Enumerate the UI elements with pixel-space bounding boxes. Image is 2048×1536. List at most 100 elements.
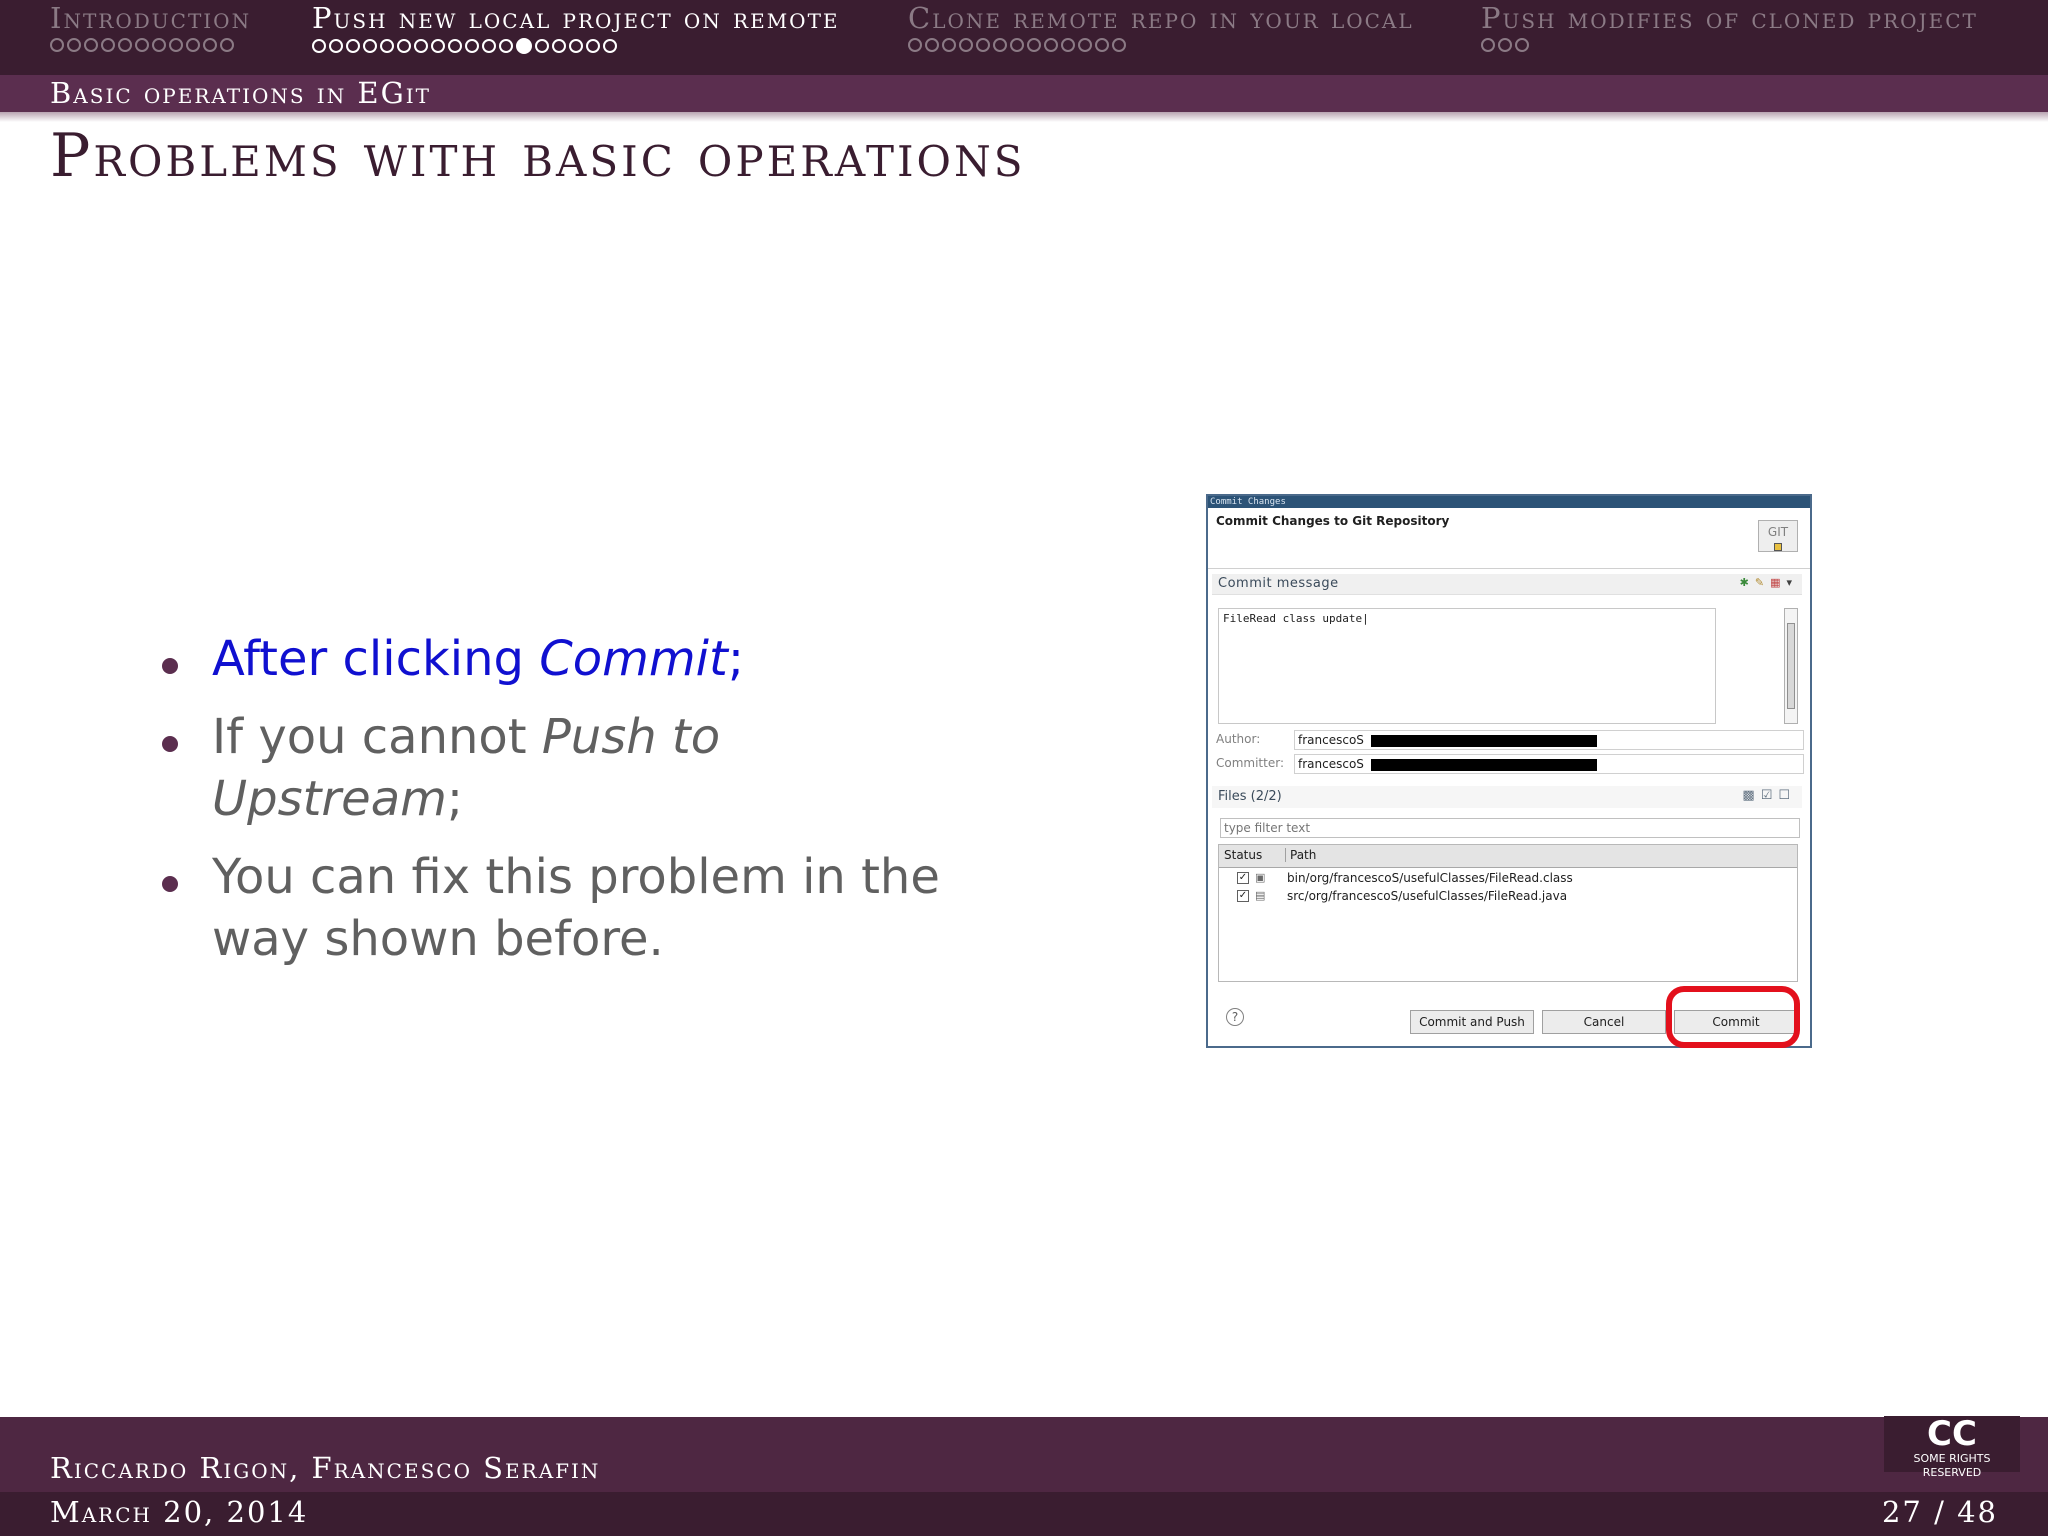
slide-dot[interactable] (152, 38, 166, 52)
slide-dot[interactable] (169, 38, 183, 52)
commit-changes-dialog: Commit Changes Commit Changes to Git Rep… (1206, 494, 1812, 1048)
nav-section-clone-remote-repo[interactable]: Clone remote repo in your local (908, 0, 1414, 75)
files-label: Files (2/2) (1218, 789, 1282, 804)
git-logo-text: GIT (1767, 525, 1789, 539)
redaction-bar (1371, 759, 1597, 771)
slide-dot[interactable] (976, 38, 990, 52)
slide-dot[interactable] (552, 39, 566, 53)
slide-dot[interactable] (203, 38, 217, 52)
slide-dot[interactable] (1112, 38, 1126, 52)
slide-dot[interactable] (346, 39, 360, 53)
bullet-marker (162, 876, 178, 892)
slide-dot[interactable] (535, 39, 549, 53)
nav-section-title[interactable]: Push new local project on remote (312, 0, 840, 36)
slide-dot[interactable] (603, 39, 617, 53)
commit-message-input[interactable]: FileRead class update (1218, 608, 1716, 724)
nav-section-title[interactable]: Clone remote repo in your local (908, 0, 1414, 36)
nav-section-dots (1481, 38, 1978, 52)
slide-dot[interactable] (414, 39, 428, 53)
slide-dot[interactable] (135, 38, 149, 52)
nav-section-title[interactable]: Push modifies of cloned project (1481, 0, 1978, 36)
slide-dot[interactable] (380, 39, 394, 53)
table-row[interactable]: ✓ ▣ bin/org/francescoS/usefulClasses/Fil… (1219, 869, 1797, 889)
slide-dot[interactable] (1061, 38, 1075, 52)
slide-dot[interactable] (1498, 38, 1512, 52)
slide-dot[interactable] (942, 38, 956, 52)
author-value[interactable]: francescoS (1298, 733, 1364, 747)
current-slide-dot[interactable] (516, 38, 532, 54)
file-checkbox[interactable]: ✓ (1237, 872, 1249, 884)
slide-dot[interactable] (1010, 38, 1024, 52)
slide-dot[interactable] (1515, 38, 1529, 52)
commit-message-text[interactable]: FileRead class update (1223, 612, 1369, 625)
slide-dot[interactable] (482, 39, 496, 53)
show-untracked-icon[interactable]: ▩ (1742, 788, 1760, 803)
slide-dot[interactable] (101, 38, 115, 52)
slide-dot[interactable] (993, 38, 1007, 52)
table-row[interactable]: ✓ ▤ src/org/francescoS/usefulClasses/Fil… (1219, 887, 1797, 907)
slide-dot[interactable] (220, 38, 234, 52)
files-section: Files (2/2) ▩☑☐ (1212, 786, 1802, 808)
committer-row: Committer: francescoS (1216, 754, 1804, 774)
files-filter-input[interactable] (1220, 818, 1800, 838)
author-row: Author: francescoS (1216, 730, 1804, 750)
cc-rights-text: SOME RIGHTS RESERVED (1913, 1452, 1991, 1479)
message-scrollbar[interactable] (1784, 608, 1798, 724)
uncheck-all-icon[interactable]: ☐ (1778, 788, 1796, 803)
amend-icon[interactable]: ✎ (1755, 576, 1770, 589)
slide-dot[interactable] (1095, 38, 1109, 52)
file-checkbox[interactable]: ✓ (1237, 890, 1249, 902)
status-column-header[interactable]: Status (1224, 848, 1262, 862)
slide-dot[interactable] (186, 38, 200, 52)
redaction-bar (1371, 735, 1597, 747)
slide-dot[interactable] (959, 38, 973, 52)
slide-dot[interactable] (397, 39, 411, 53)
commit-and-push-button[interactable]: Commit and Push (1410, 1010, 1534, 1034)
slide-dot[interactable] (84, 38, 98, 52)
footer-authors: Riccardo Rigon, Francesco Serafin (50, 1451, 601, 1485)
bullet-item: If you cannot Push to Upstream; (158, 706, 948, 830)
bullet-marker (162, 658, 178, 674)
slide-dot[interactable] (908, 38, 922, 52)
committer-value[interactable]: francescoS (1298, 757, 1364, 771)
chevron-down-icon[interactable]: ▾ (1786, 576, 1798, 589)
slide-dot[interactable] (925, 38, 939, 52)
slide-dot[interactable] (499, 39, 513, 53)
slide-dot[interactable] (118, 38, 132, 52)
scrollbar-thumb[interactable] (1787, 623, 1795, 709)
message-toolbar: ✱✎▦▾ (1740, 576, 1798, 589)
slide-dot[interactable] (329, 39, 343, 53)
nav-section-title[interactable]: Introduction (50, 0, 251, 36)
slide-dot[interactable] (586, 39, 600, 53)
nav-section-push-new-local-project[interactable]: Push new local project on remote (312, 0, 840, 75)
slide-dot[interactable] (465, 39, 479, 53)
slide-dot[interactable] (431, 39, 445, 53)
dialog-title-bar[interactable]: Commit Changes (1208, 496, 1810, 508)
change-id-icon[interactable]: ▦ (1770, 576, 1786, 589)
committer-field[interactable]: francescoS (1294, 754, 1804, 774)
slide-dot[interactable] (67, 38, 81, 52)
files-toolbar: ▩☑☐ (1742, 788, 1796, 803)
slide-dot[interactable] (569, 39, 583, 53)
slide-dot[interactable] (1481, 38, 1495, 52)
footer-date: March 20, 2014 (50, 1495, 309, 1529)
cancel-button[interactable]: Cancel (1542, 1010, 1666, 1034)
check-all-icon[interactable]: ☑ (1761, 788, 1779, 803)
slide-dot[interactable] (1027, 38, 1041, 52)
slide-dot[interactable] (312, 39, 326, 53)
author-field[interactable]: francescoS (1294, 730, 1804, 750)
slide-dot[interactable] (448, 39, 462, 53)
nav-section-dots (50, 38, 251, 52)
bullet-text-end: ; (446, 771, 464, 827)
commit-highlight-circle (1666, 986, 1800, 1048)
slide-dot[interactable] (1044, 38, 1058, 52)
path-column-header[interactable]: Path (1285, 848, 1316, 862)
nav-section-push-modifies[interactable]: Push modifies of cloned project (1481, 0, 1978, 75)
nav-section-dots (908, 38, 1414, 52)
slide-dot[interactable] (50, 38, 64, 52)
slide-dot[interactable] (1078, 38, 1092, 52)
slide-dot[interactable] (363, 39, 377, 53)
help-icon[interactable]: ? (1226, 1008, 1244, 1026)
signed-off-icon[interactable]: ✱ (1740, 576, 1755, 589)
nav-section-introduction[interactable]: Introduction (50, 0, 251, 75)
